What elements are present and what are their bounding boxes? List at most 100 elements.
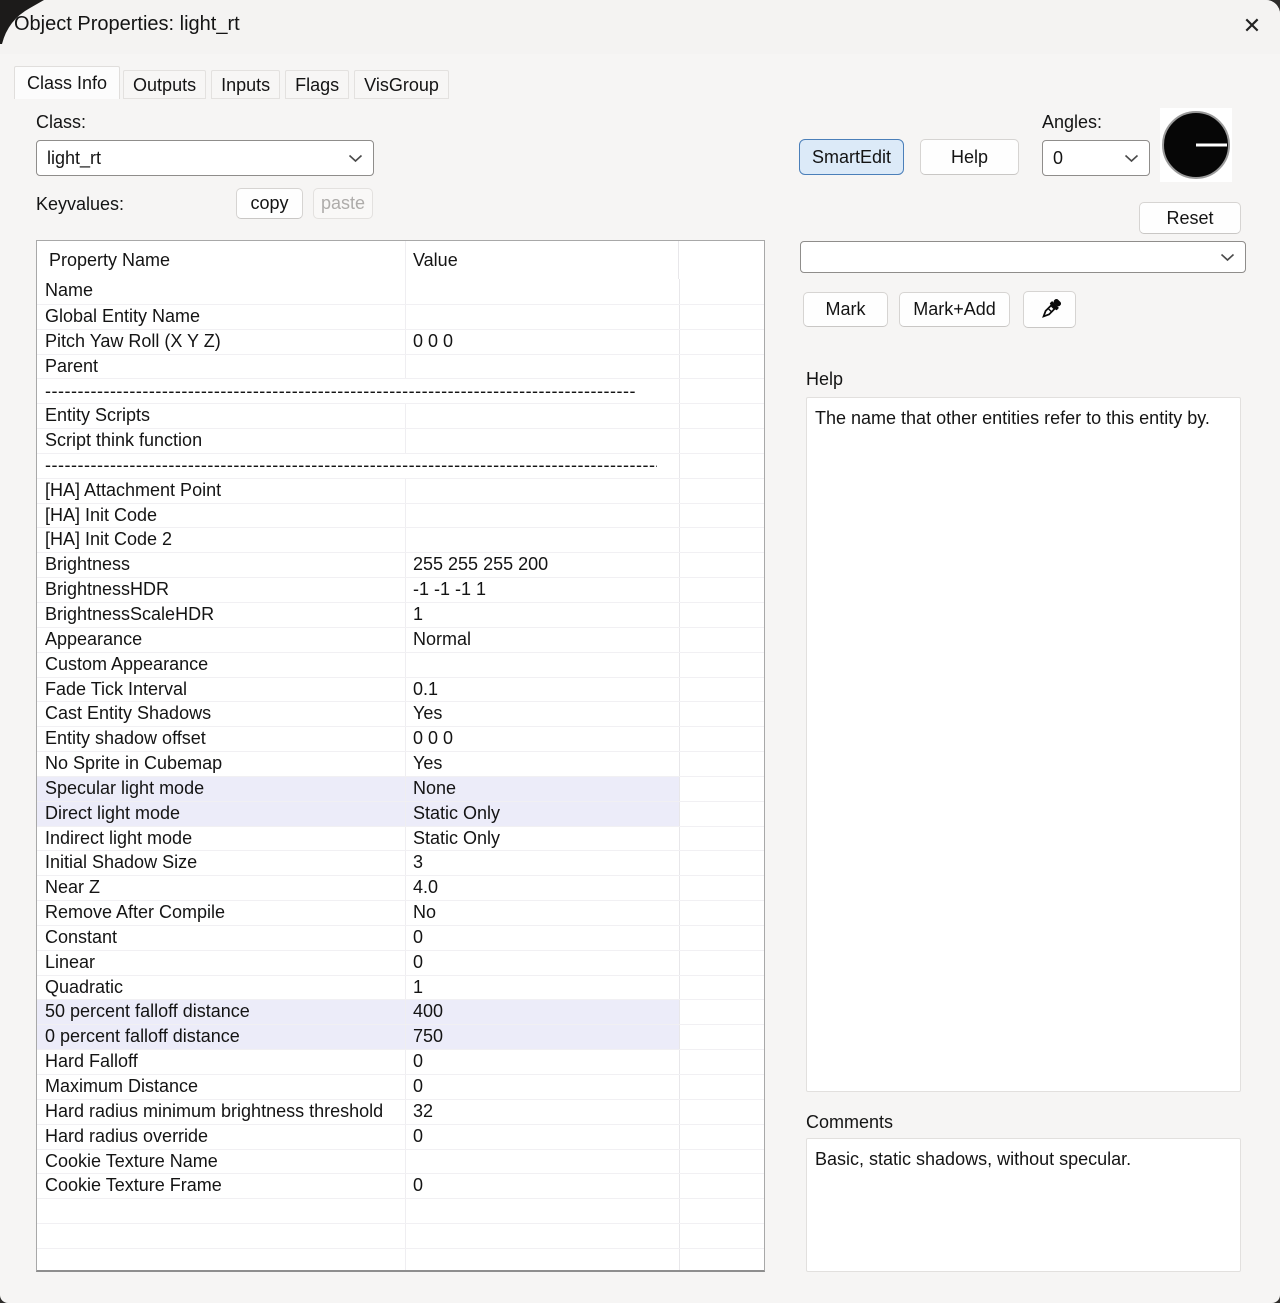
property-name-cell: 50 percent falloff distance: [37, 1000, 406, 1025]
table-row[interactable]: Cookie Texture Frame 0: [37, 1173, 764, 1199]
tab-strip: Class Info Outputs Inputs Flags VisGroup: [14, 66, 454, 99]
table-row[interactable]: ----------------------------------------…: [37, 452, 764, 478]
value-header[interactable]: Value: [406, 241, 679, 279]
table-row[interactable]: Cast Entity Shadows Yes: [37, 701, 764, 727]
property-name-header[interactable]: Property Name: [37, 241, 406, 279]
tab-class-info[interactable]: Class Info: [14, 66, 121, 99]
close-icon[interactable]: ✕: [1236, 10, 1268, 42]
reset-button[interactable]: Reset: [1139, 202, 1241, 234]
table-row[interactable]: Cookie Texture Name: [37, 1148, 764, 1174]
property-value-cell: [406, 653, 679, 677]
table-row[interactable]: [37, 1223, 764, 1248]
property-value-cell: 400: [406, 1000, 679, 1025]
table-row[interactable]: Near Z 4.0: [37, 875, 764, 901]
angles-dropdown[interactable]: 0: [1042, 140, 1150, 176]
property-name-cell: Entity shadow offset: [37, 727, 406, 752]
property-value-cell: [406, 355, 679, 379]
property-name-cell: Specular light mode: [37, 776, 406, 801]
table-row[interactable]: [HA] Init Code: [37, 502, 764, 528]
table-row[interactable]: No Sprite in Cubemap Yes: [37, 751, 764, 776]
table-row[interactable]: Appearance Normal: [37, 626, 764, 652]
table-row[interactable]: Specular light mode None: [37, 775, 764, 801]
property-value-cell: Static Only: [413, 827, 501, 848]
table-row[interactable]: 50 percent falloff distance 400: [37, 999, 764, 1025]
extra-cell: [679, 801, 764, 826]
extra-cell: [679, 602, 764, 627]
table-row[interactable]: Direct light mode Static Only: [37, 800, 764, 826]
table-row[interactable]: Hard Falloff 0: [37, 1049, 764, 1074]
tab-flags[interactable]: Flags: [285, 70, 350, 99]
angle-dial-needle: [1196, 143, 1227, 147]
property-name-cell: Direct light mode: [37, 801, 406, 826]
table-row[interactable]: Constant 0: [37, 924, 764, 950]
table-row[interactable]: Name: [37, 279, 764, 304]
tab-outputs[interactable]: Outputs: [123, 70, 207, 99]
property-value-cell: [406, 1199, 679, 1223]
table-row[interactable]: Quadratic 1: [37, 974, 764, 1000]
table-row[interactable]: Entity Scripts: [37, 403, 764, 429]
extra-cell: [679, 1174, 764, 1199]
table-row[interactable]: Global Entity Name: [37, 303, 764, 329]
table-row[interactable]: Fade Tick Interval 0.1: [37, 676, 764, 702]
property-name-cell: [HA] Init Code 2: [37, 528, 406, 553]
property-name-cell: Constant: [37, 925, 406, 950]
property-value-cell: [406, 1224, 679, 1248]
class-dropdown[interactable]: light_rt: [36, 140, 374, 176]
tab-visgroup[interactable]: VisGroup: [354, 70, 449, 99]
table-row[interactable]: [HA] Attachment Point: [37, 477, 764, 503]
property-name-cell: Hard Falloff: [37, 1050, 406, 1074]
table-row[interactable]: [37, 1198, 764, 1224]
property-name-cell: Maximum Distance: [37, 1075, 406, 1099]
mark-add-button[interactable]: Mark+Add: [899, 292, 1010, 327]
property-name-cell: Remove After Compile: [37, 901, 406, 925]
table-row[interactable]: Remove After Compile No: [37, 900, 764, 925]
property-value-cell: 750: [406, 1025, 679, 1050]
extra-cell: [679, 354, 764, 379]
angles-label: Angles:: [1042, 112, 1103, 132]
table-row[interactable]: Hard radius override 0: [37, 1123, 764, 1149]
table-row[interactable]: Script think function: [37, 428, 764, 453]
table-row[interactable]: 0 percent falloff distance 750: [37, 1024, 764, 1050]
table-row[interactable]: Parent: [37, 353, 764, 379]
keyvalues-label: Keyvalues:: [36, 194, 125, 214]
eyedropper-button[interactable]: [1023, 291, 1076, 328]
extra-cell: [679, 702, 764, 727]
property-name-cell: Linear: [37, 950, 406, 975]
help-button[interactable]: Help: [920, 139, 1019, 175]
extra-cell: [679, 1224, 764, 1248]
table-row[interactable]: BrightnessScaleHDR 1: [37, 601, 764, 627]
table-row[interactable]: ----------------------------------------…: [37, 378, 764, 404]
dialog-title: Object Properties: light_rt: [14, 13, 240, 35]
paste-button[interactable]: paste: [313, 188, 373, 219]
property-value-cell: [406, 479, 679, 503]
property-name-cell: Entity Scripts: [37, 404, 406, 429]
table-row[interactable]: Indirect light mode Static Only: [37, 825, 764, 851]
extra-header: [679, 241, 764, 279]
angle-dial[interactable]: [1160, 108, 1232, 182]
extra-cell: [679, 1000, 764, 1025]
table-row[interactable]: Linear 0: [37, 949, 764, 975]
property-value-cell: [406, 528, 679, 552]
comments-box[interactable]: Basic, static shadows, without specular.: [806, 1138, 1241, 1272]
table-row[interactable]: Hard radius minimum brightness threshold…: [37, 1098, 764, 1124]
table-row[interactable]: Custom Appearance: [37, 651, 764, 677]
mark-button[interactable]: Mark: [803, 292, 888, 327]
extra-cell: [679, 652, 764, 677]
copy-button[interactable]: copy: [236, 188, 303, 219]
table-row[interactable]: Entity shadow offset 0 0 0: [37, 726, 764, 752]
property-value-cell: [406, 429, 679, 453]
smartedit-button[interactable]: SmartEdit: [799, 139, 904, 175]
property-value-cell: [406, 1249, 679, 1270]
property-value-cell: 0 0 0: [413, 330, 454, 351]
keyvalue-picker-dropdown[interactable]: [800, 241, 1246, 273]
table-row[interactable]: [37, 1247, 764, 1270]
extra-cell: [679, 677, 764, 702]
tab-inputs[interactable]: Inputs: [211, 70, 281, 99]
extra-cell: [679, 429, 764, 453]
table-row[interactable]: Initial Shadow Size 3: [37, 850, 764, 876]
table-row[interactable]: Maximum Distance 0: [37, 1074, 764, 1099]
table-row[interactable]: BrightnessHDR -1 -1 -1 1: [37, 577, 764, 602]
table-row[interactable]: Brightness 255 255 255 200: [37, 552, 764, 578]
table-row[interactable]: Pitch Yaw Roll (X Y Z) 0 0 0: [37, 328, 764, 354]
table-row[interactable]: [HA] Init Code 2: [37, 527, 764, 553]
